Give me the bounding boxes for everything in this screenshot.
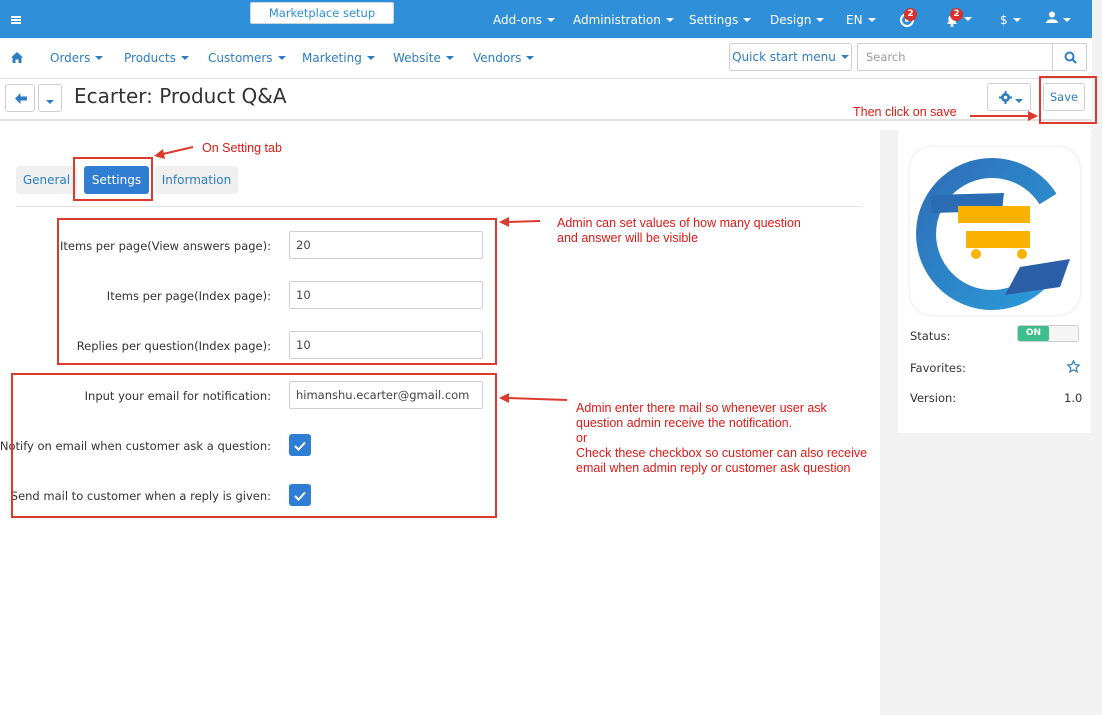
annotation-email-line1: Admin enter there mail so whenever user … xyxy=(576,401,827,415)
annotation-save: Then click on save xyxy=(853,105,957,119)
annotation-email-line4: Check these checkbox so customer can als… xyxy=(576,446,868,460)
annotation-email-line2: question admin receive the notification. xyxy=(576,416,793,430)
annotation-email-line3: or xyxy=(576,431,588,445)
annotation-admin-values-line2: and answer will be visible xyxy=(557,231,699,245)
annotation-admin-values-line1: Admin can set values of how many questio… xyxy=(557,216,801,230)
annotation-tab: On Setting tab xyxy=(202,141,282,155)
annotation-email-line5: email when admin reply or customer ask q… xyxy=(576,461,851,475)
